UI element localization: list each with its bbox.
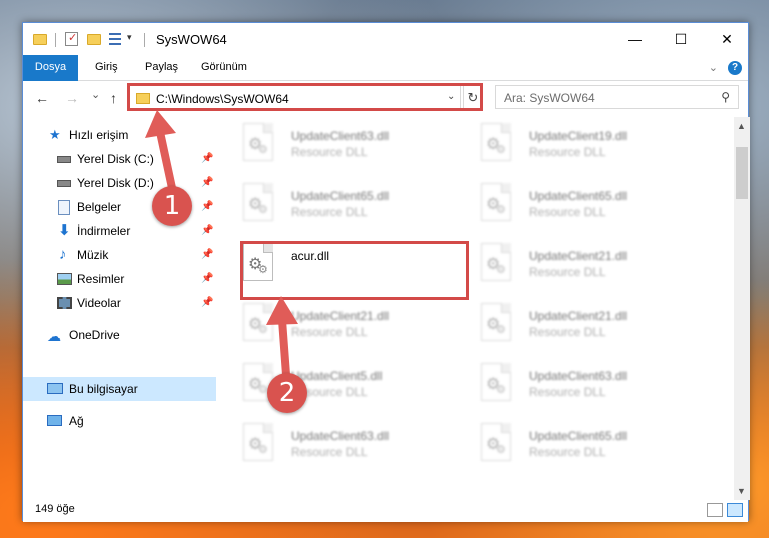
arrow-2 [266,296,298,379]
annotation-arrows [145,110,298,379]
step-badge-2: 2 [267,373,307,413]
step-badge-1: 1 [152,186,192,226]
arrow-1 [145,110,176,192]
